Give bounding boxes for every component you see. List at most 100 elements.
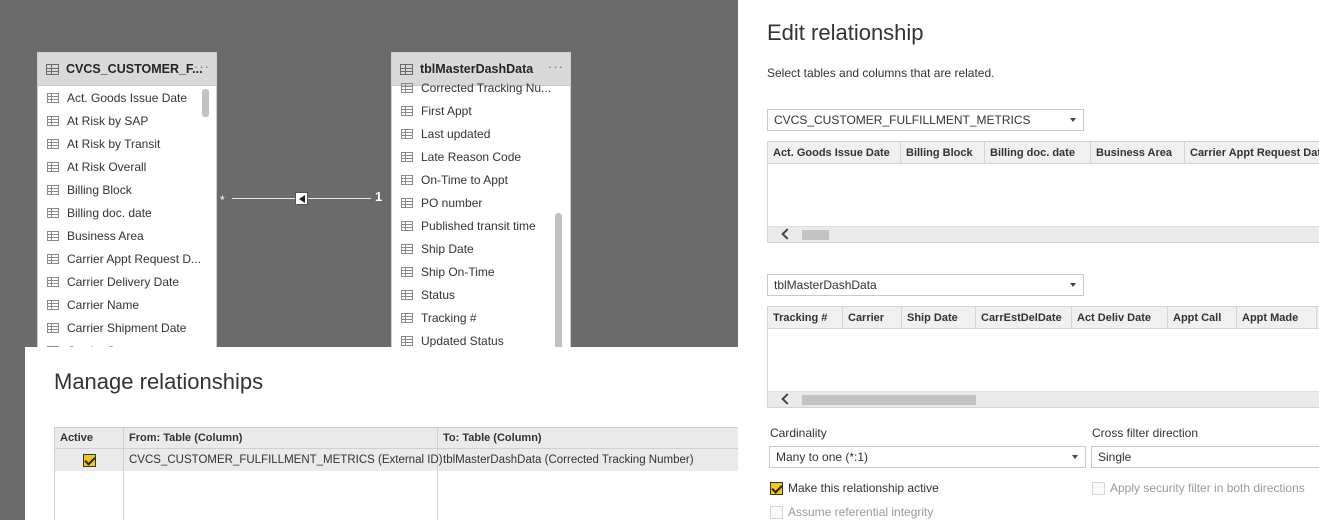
table-row[interactable]: CVCS_CUSTOMER_FULFILLMENT_METRICS (Exter…: [55, 449, 738, 471]
make-active-checkbox[interactable]: [770, 481, 783, 495]
field-label: Act. Goods Issue Date: [67, 90, 188, 105]
table-column-icon: [401, 220, 413, 231]
grid-column-header[interactable]: Appt Call: [1168, 307, 1237, 328]
table-row-empty: [55, 471, 738, 520]
horizontal-scrollbar[interactable]: [768, 226, 1319, 242]
field-label: PO number: [421, 195, 483, 210]
grid-column-header[interactable]: Act. Goods Issue Date: [768, 142, 901, 163]
field-row[interactable]: Late Reason Code: [392, 145, 570, 168]
manage-relationships-dialog: Manage relationships Active From: Table …: [25, 347, 738, 520]
table1-select-value: CVCS_CUSTOMER_FULFILLMENT_METRICS: [774, 113, 1031, 127]
vertical-scrollbar[interactable]: [202, 89, 209, 117]
field-row[interactable]: Ship Date: [392, 237, 570, 260]
grid-column-header[interactable]: CarrEstDelDate: [976, 307, 1072, 328]
panel-title: Edit relationship: [767, 20, 924, 45]
field-row[interactable]: Published transit time: [392, 214, 570, 237]
empty-cell: [55, 471, 124, 520]
table-card-cvcs[interactable]: CVCS_CUSTOMER_F... ··· Act. Goods Issue …: [37, 52, 217, 348]
chevron-down-icon: [1070, 283, 1076, 287]
field-row[interactable]: Business Area: [38, 224, 216, 247]
field-label: At Risk by SAP: [67, 113, 149, 128]
table1-preview-grid: Act. Goods Issue Date Billing Block Billin…: [767, 141, 1319, 243]
field-label: Billing doc. date: [67, 205, 152, 220]
vertical-scrollbar[interactable]: [555, 213, 562, 347]
table-column-icon: [401, 312, 413, 323]
field-row[interactable]: Billing doc. date: [38, 201, 216, 224]
field-row[interactable]: First Appt: [392, 99, 570, 122]
grid-column-header[interactable]: Business Area: [1091, 142, 1185, 163]
grid-column-header[interactable]: Tracking #: [768, 307, 843, 328]
grid-column-header[interactable]: Billing doc. date: [985, 142, 1091, 163]
more-options-icon[interactable]: ···: [194, 59, 210, 74]
empty-cell: [438, 471, 738, 520]
table-column-icon: [47, 138, 59, 149]
field-row[interactable]: Billing Block: [38, 178, 216, 201]
field-row[interactable]: Ship On-Time: [392, 260, 570, 283]
table1-select[interactable]: CVCS_CUSTOMER_FULFILLMENT_METRICS: [767, 109, 1084, 131]
active-checkbox[interactable]: [82, 453, 96, 467]
make-active-label: Make this relationship active: [788, 481, 939, 495]
field-row[interactable]: Corrected Tracking Nu...: [392, 76, 570, 99]
field-row[interactable]: At Risk Overall: [38, 155, 216, 178]
field-label: Carrier Delivery Date: [67, 274, 180, 289]
scroll-left-icon[interactable]: [781, 393, 793, 405]
field-row[interactable]: Carrier Shipment Date: [38, 316, 216, 339]
field-row[interactable]: On-Time to Appt: [392, 168, 570, 191]
empty-cell: [124, 471, 438, 520]
field-row[interactable]: Last updated: [392, 122, 570, 145]
field-row[interactable]: At Risk by Transit: [38, 132, 216, 155]
cardinality-select-value: Many to one (*:1): [776, 450, 869, 464]
make-active-option[interactable]: Make this relationship active: [770, 481, 939, 495]
field-row[interactable]: Updated Status: [392, 329, 570, 348]
field-row[interactable]: Act. Goods Issue Date: [38, 86, 216, 109]
column-header-from[interactable]: From: Table (Column): [124, 428, 438, 448]
field-list: Act. Goods Issue Date At Risk by SAP At Ri…: [38, 86, 216, 347]
table-column-icon: [401, 289, 413, 300]
scroll-thumb[interactable]: [802, 230, 829, 240]
grid-column-header[interactable]: Act Deliv Date: [1072, 307, 1168, 328]
table-column-icon: [401, 174, 413, 185]
cardinality-many-marker: *: [220, 193, 225, 207]
field-label: Published transit time: [421, 218, 536, 233]
horizontal-scrollbar[interactable]: [768, 391, 1319, 407]
dialog-title: Manage relationships: [54, 369, 264, 394]
grid-header-row: Tracking # Carrier Ship Date CarrEstDelDate…: [768, 307, 1319, 329]
relationships-table: Active From: Table (Column) To: Table (C…: [54, 427, 738, 520]
table-card-tblmasterdashdata[interactable]: tblMasterDashData ··· Corrected Tracking…: [391, 52, 571, 348]
security-filter-checkbox: [1092, 481, 1105, 495]
field-label: At Risk Overall: [67, 159, 147, 174]
scroll-thumb[interactable]: [802, 395, 976, 405]
field-row[interactable]: Carrier Name: [38, 293, 216, 316]
field-label: Ship On-Time: [421, 264, 495, 279]
grid-column-header[interactable]: Carrier Appt Request Date: [1185, 142, 1319, 163]
grid-column-header[interactable]: Billing Block: [901, 142, 985, 163]
active-cell: [55, 449, 124, 471]
grid-column-header[interactable]: Carrier: [843, 307, 902, 328]
table2-select[interactable]: tblMasterDashData: [767, 274, 1084, 296]
field-row[interactable]: At Risk by SAP: [38, 109, 216, 132]
field-label: Carrier Shipment Date: [67, 320, 187, 335]
grid-column-header[interactable]: Appt Made: [1237, 307, 1317, 328]
panel-subtitle: Select tables and columns that are relat…: [767, 66, 995, 80]
field-label: Carrier Appt Request D...: [67, 251, 202, 266]
table-card-header[interactable]: CVCS_CUSTOMER_F... ···: [38, 53, 216, 86]
column-header-to[interactable]: To: Table (Column): [438, 428, 738, 448]
table-icon: [46, 63, 59, 75]
more-options-icon[interactable]: ···: [548, 59, 564, 74]
field-row[interactable]: Status: [392, 283, 570, 306]
grid-column-header[interactable]: Ship Date: [902, 307, 976, 328]
column-header-active[interactable]: Active: [55, 428, 124, 448]
field-label: Updated Status: [421, 333, 504, 348]
field-row[interactable]: Carrier Delivery Date: [38, 270, 216, 293]
cardinality-select[interactable]: Many to one (*:1): [769, 446, 1086, 468]
table-column-icon: [47, 161, 59, 172]
field-row[interactable]: Tracking #: [392, 306, 570, 329]
field-row[interactable]: Carrier Appt Request D...: [38, 247, 216, 270]
grid-body: [768, 164, 1319, 226]
scroll-left-icon[interactable]: [781, 228, 793, 240]
cross-filter-select[interactable]: Single: [1091, 446, 1319, 468]
table-column-icon: [47, 276, 59, 287]
table-column-icon: [401, 128, 413, 139]
field-row[interactable]: PO number: [392, 191, 570, 214]
field-label: Last updated: [421, 126, 491, 141]
